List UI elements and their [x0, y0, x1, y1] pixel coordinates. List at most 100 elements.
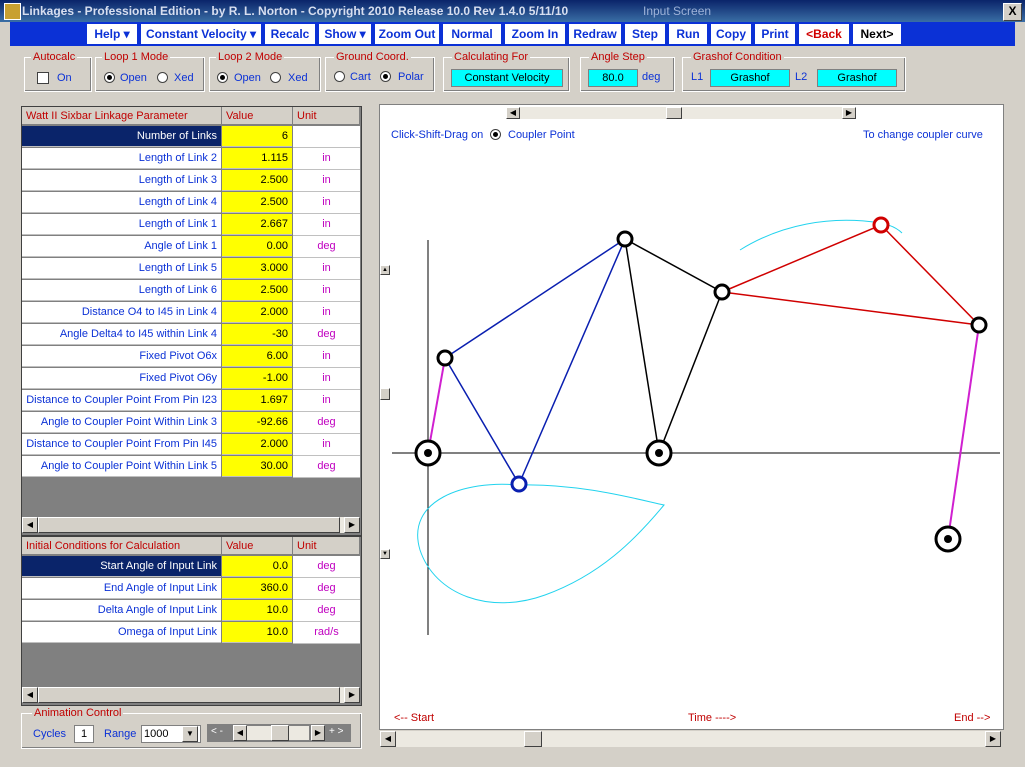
- param-value-cell[interactable]: 360.0: [222, 578, 292, 599]
- param-value-cell[interactable]: 2.500: [222, 280, 292, 301]
- ground-polar-radio[interactable]: [380, 71, 391, 82]
- param-value-cell[interactable]: -1.00: [222, 368, 292, 389]
- param-unit-cell: rad/s: [293, 622, 360, 644]
- normal-button[interactable]: Normal: [443, 24, 501, 44]
- run-button[interactable]: Run: [669, 24, 707, 44]
- calc-mode-menu[interactable]: Constant Velocity ▾: [141, 24, 261, 44]
- angle-step-value[interactable]: 80.0: [588, 69, 638, 87]
- loop2-title: Loop 2 Mode: [216, 51, 285, 63]
- table-row[interactable]: Length of Link 4 2.500 in: [22, 192, 360, 214]
- loop1-xed-radio[interactable]: [157, 72, 168, 83]
- pin-d[interactable]: [970, 316, 988, 334]
- autocalc-title: Autocalc: [31, 51, 78, 63]
- param-unit-cell: deg: [293, 236, 360, 258]
- param-value-cell[interactable]: 2.500: [222, 192, 292, 213]
- recalc-button[interactable]: Recalc: [265, 24, 315, 44]
- param-table-scrollbar[interactable]: ◀ ▶: [22, 517, 360, 533]
- param-value-cell[interactable]: -92.66: [222, 412, 292, 433]
- param-value-cell[interactable]: 10.0: [222, 622, 292, 643]
- scroll-left-icon[interactable]: ◀: [22, 687, 38, 703]
- scroll-left-icon[interactable]: ◀: [22, 517, 38, 533]
- param-value-cell[interactable]: 1.697: [222, 390, 292, 411]
- app-icon: [4, 3, 21, 20]
- param-value-cell[interactable]: 1.115: [222, 148, 292, 169]
- scroll-thumb[interactable]: [38, 687, 340, 703]
- pin-b[interactable]: [616, 230, 634, 248]
- scroll-thumb[interactable]: [38, 517, 340, 533]
- scroll-left-icon[interactable]: ◀: [380, 731, 396, 747]
- next-button[interactable]: Next>: [853, 24, 901, 44]
- table-row[interactable]: Length of Link 6 2.500 in: [22, 280, 360, 302]
- table-row[interactable]: Distance to Coupler Point From Pin I23 1.…: [22, 390, 360, 412]
- zoom-in-button[interactable]: Zoom In: [505, 24, 565, 44]
- table-row[interactable]: Fixed Pivot O6y -1.00 in: [22, 368, 360, 390]
- close-button[interactable]: X: [1003, 3, 1022, 21]
- table-row[interactable]: Length of Link 2 1.115 in: [22, 148, 360, 170]
- help-menu[interactable]: Help ▾: [87, 24, 137, 44]
- chevron-down-icon[interactable]: ▼: [182, 726, 198, 742]
- coupler-curve-3: [417, 483, 665, 604]
- cycles-label: Cycles: [33, 728, 67, 740]
- param-value-cell[interactable]: 30.00: [222, 456, 292, 477]
- table-row[interactable]: Angle to Coupler Point Within Link 5 30.0…: [22, 456, 360, 478]
- back-button[interactable]: <Back: [799, 24, 849, 44]
- slider-thumb[interactable]: [271, 725, 289, 741]
- copy-button[interactable]: Copy: [711, 24, 751, 44]
- param-unit-cell: in: [293, 346, 360, 368]
- slider-right-icon[interactable]: ▶: [311, 725, 325, 741]
- loop2-xed-radio[interactable]: [270, 72, 281, 83]
- link-2: [427, 357, 446, 454]
- table-row[interactable]: Distance O4 to I45 in Link 4 2.000 in: [22, 302, 360, 324]
- zoom-out-button[interactable]: Zoom Out: [375, 24, 439, 44]
- redraw-button[interactable]: Redraw: [569, 24, 621, 44]
- scroll-right-icon[interactable]: ▶: [344, 687, 360, 703]
- scroll-right-icon[interactable]: ▶: [985, 731, 1001, 747]
- table-row[interactable]: Distance to Coupler Point From Pin I45 2.…: [22, 434, 360, 456]
- table-row[interactable]: End Angle of Input Link 360.0 deg: [22, 578, 360, 600]
- coupler-point-3[interactable]: [510, 475, 528, 493]
- cycles-input[interactable]: 1: [74, 725, 94, 743]
- loop1-open-radio[interactable]: [104, 72, 115, 83]
- param-value-cell[interactable]: 6: [222, 126, 292, 147]
- param-value-cell[interactable]: 2.667: [222, 214, 292, 235]
- param-value-cell[interactable]: 6.00: [222, 346, 292, 367]
- param-value-cell[interactable]: 2.000: [222, 434, 292, 455]
- table-row[interactable]: Start Angle of Input Link 0.0 deg: [22, 556, 360, 578]
- speed-slider[interactable]: < - ◀ ▶ + >: [207, 724, 351, 742]
- mechanism-drawing[interactable]: [380, 105, 1003, 729]
- autocalc-checkbox[interactable]: [37, 72, 49, 84]
- param-value-cell[interactable]: 3.000: [222, 258, 292, 279]
- param-value-cell[interactable]: 0.0: [222, 556, 292, 577]
- table-row[interactable]: Length of Link 3 2.500 in: [22, 170, 360, 192]
- init-table-scrollbar[interactable]: ◀ ▶: [22, 687, 360, 703]
- table-row[interactable]: Omega of Input Link 10.0 rad/s: [22, 622, 360, 644]
- loop2-open-radio[interactable]: [217, 72, 228, 83]
- scroll-right-icon[interactable]: ▶: [344, 517, 360, 533]
- table-row[interactable]: Number of Links 6: [22, 126, 360, 148]
- param-value-cell[interactable]: 2.500: [222, 170, 292, 191]
- table-row[interactable]: Angle to Coupler Point Within Link 3 -92.…: [22, 412, 360, 434]
- pin-a[interactable]: [436, 349, 454, 367]
- table-row[interactable]: Angle Delta4 to I45 within Link 4 -30 deg: [22, 324, 360, 346]
- table-row[interactable]: Length of Link 1 2.667 in: [22, 214, 360, 236]
- param-value-cell[interactable]: 10.0: [222, 600, 292, 621]
- table-row[interactable]: Delta Angle of Input Link 10.0 deg: [22, 600, 360, 622]
- ground-coord-group: Ground Coord. Cart Polar: [325, 51, 435, 92]
- table-row[interactable]: Length of Link 5 3.000 in: [22, 258, 360, 280]
- scroll-thumb[interactable]: [524, 731, 542, 747]
- coupler-point-5[interactable]: [872, 216, 890, 234]
- linkage-plot[interactable]: ◀ ▶ Click-Shift-Drag on Coupler Point To…: [379, 104, 1004, 730]
- slider-left-icon[interactable]: ◀: [233, 725, 247, 741]
- print-button[interactable]: Print: [755, 24, 795, 44]
- table-row[interactable]: Fixed Pivot O6x 6.00 in: [22, 346, 360, 368]
- param-value-cell[interactable]: -30: [222, 324, 292, 345]
- time-scrollbar[interactable]: ◀ ▶: [380, 731, 1001, 747]
- ground-cart-radio[interactable]: [334, 71, 345, 82]
- show-menu[interactable]: Show ▾: [319, 24, 371, 44]
- step-button[interactable]: Step: [625, 24, 665, 44]
- table-row[interactable]: Angle of Link 1 0.00 deg: [22, 236, 360, 258]
- param-header-unit: Unit: [293, 107, 360, 125]
- param-value-cell[interactable]: 2.000: [222, 302, 292, 323]
- pin-i45[interactable]: [713, 283, 731, 301]
- param-value-cell[interactable]: 0.00: [222, 236, 292, 257]
